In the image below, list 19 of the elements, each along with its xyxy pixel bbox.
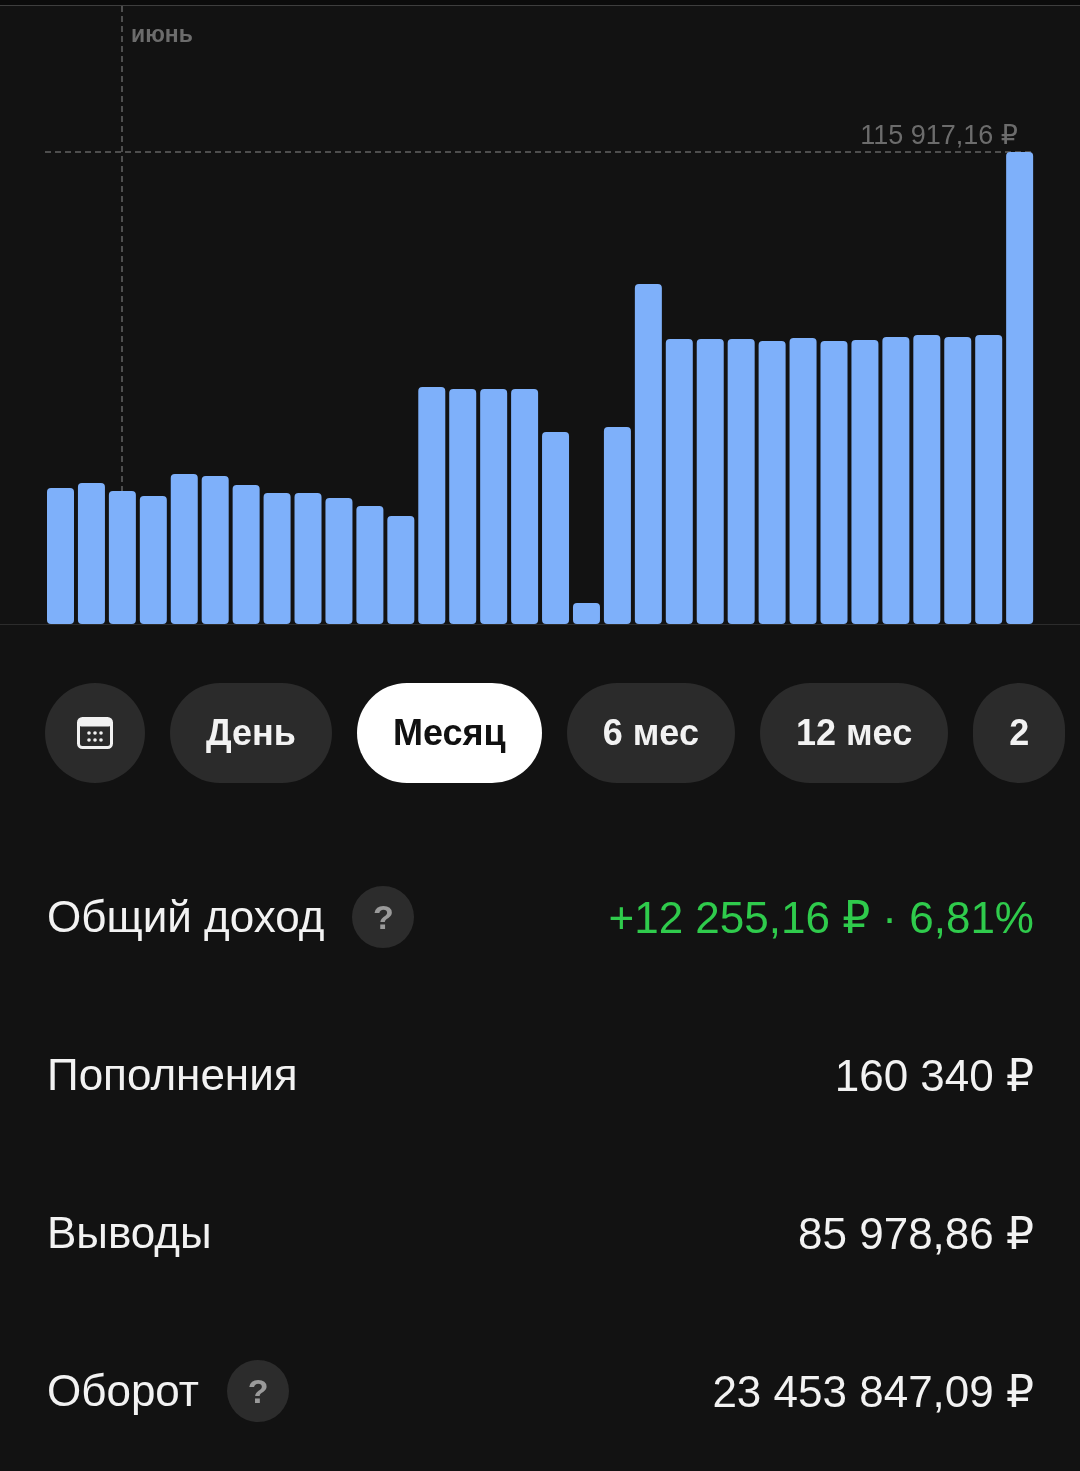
month-label: июнь <box>131 21 193 47</box>
max-value-label: 115 917,16 ₽ <box>860 120 1018 150</box>
stat-label: Выводы <box>47 1208 212 1258</box>
help-button[interactable]: ? <box>227 1360 290 1422</box>
period-tab[interactable]: Месяц <box>357 683 542 783</box>
stat-value: 23 453 847,09 ₽ <box>712 1365 1034 1417</box>
period-tab[interactable]: 12 мес <box>759 683 949 783</box>
stat-label: Общий доход <box>47 892 325 942</box>
stat-label: Оборот <box>47 1366 200 1416</box>
help-button[interactable]: ? <box>352 886 415 948</box>
calendar-icon <box>77 717 113 749</box>
period-tab[interactable]: 2 <box>973 683 1066 783</box>
chart-bar <box>573 603 600 624</box>
stat-value: +12 255,16 ₽ · 6,81% <box>608 891 1034 943</box>
stat-value: 85 978,86 ₽ <box>798 1207 1034 1259</box>
period-tab[interactable]: 6 мес <box>566 683 735 783</box>
stat-value: 160 340 ₽ <box>834 1049 1034 1101</box>
stat-label: Пополнения <box>47 1050 298 1100</box>
period-tab[interactable]: День <box>170 683 332 783</box>
